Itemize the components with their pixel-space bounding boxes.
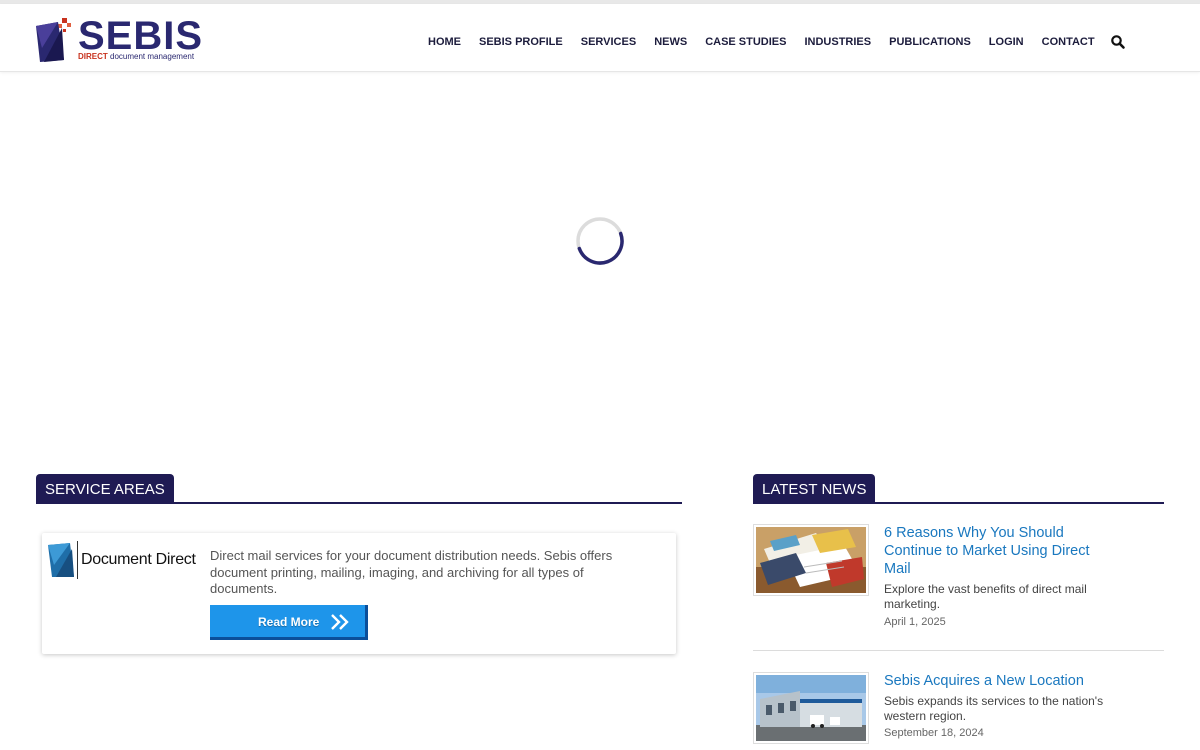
service-areas-header: SERVICE AREAS — [36, 474, 682, 504]
nav-login[interactable]: LOGIN — [989, 35, 1024, 49]
double-chevron-right-icon — [331, 614, 349, 630]
sebis-logo[interactable]: SEBIS DIRECT document management — [34, 14, 204, 64]
site-header: SEBIS DIRECT document management HOME SE… — [0, 4, 1200, 72]
news-item: 6 Reasons Why You Should Continue to Mar… — [753, 524, 1164, 634]
document-direct-mark-icon — [48, 543, 74, 577]
document-direct-logo: Document Direct — [48, 541, 198, 579]
news-excerpt-new-location: Sebis expands its services to the nation… — [884, 694, 1104, 723]
search-icon[interactable] — [1110, 34, 1126, 50]
main-nav: HOME SEBIS PROFILE SERVICES NEWS CASE ST… — [428, 35, 1113, 49]
news-title-new-location[interactable]: Sebis Acquires a New Location — [884, 672, 1104, 690]
news-date-direct-mail: April 1, 2025 — [884, 616, 946, 628]
latest-news-header: LATEST NEWS — [753, 474, 1164, 504]
nav-case-studies[interactable]: CASE STUDIES — [705, 35, 786, 49]
read-more-label: Read More — [258, 615, 320, 629]
latest-news-title: LATEST NEWS — [753, 474, 876, 504]
news-thumbnail-new-location[interactable] — [753, 672, 869, 744]
read-more-button[interactable]: Read More — [210, 605, 368, 640]
sebis-logo-mark-icon — [36, 18, 71, 62]
brand-tagline: DIRECT document management — [78, 52, 194, 61]
nav-news[interactable]: NEWS — [654, 35, 687, 49]
spinner-icon — [576, 217, 624, 265]
document-direct-logo-text: Document Direct — [81, 551, 196, 568]
direct-mail-image — [756, 527, 866, 593]
brand-tagline-rest: document management — [110, 52, 195, 61]
news-thumbnail-direct-mail[interactable] — [753, 524, 869, 596]
news-excerpt-direct-mail: Explore the vast benefits of direct mail… — [884, 582, 1087, 611]
nav-contact[interactable]: CONTACT — [1042, 35, 1095, 49]
brand-tagline-highlight: DIRECT — [78, 52, 108, 61]
service-description: Direct mail services for your document d… — [210, 548, 613, 596]
nav-industries[interactable]: INDUSTRIES — [804, 35, 871, 49]
news-date-new-location: September 18, 2024 — [884, 727, 984, 739]
nav-sebis-profile[interactable]: SEBIS PROFILE — [479, 35, 563, 49]
nav-home[interactable]: HOME — [428, 35, 461, 49]
nav-publications[interactable]: PUBLICATIONS — [889, 35, 971, 49]
service-card-document-direct: Document Direct Direct mail services for… — [42, 533, 676, 654]
new-location-building-image — [756, 675, 866, 741]
logo-divider — [77, 541, 78, 579]
nav-services[interactable]: SERVICES — [581, 35, 636, 49]
news-item: Sebis Acquires a New Location Sebis expa… — [753, 672, 1164, 748]
service-areas-title: SERVICE AREAS — [36, 474, 174, 504]
news-title-direct-mail[interactable]: 6 Reasons Why You Should Continue to Mar… — [884, 524, 1104, 578]
news-divider — [753, 650, 1164, 651]
